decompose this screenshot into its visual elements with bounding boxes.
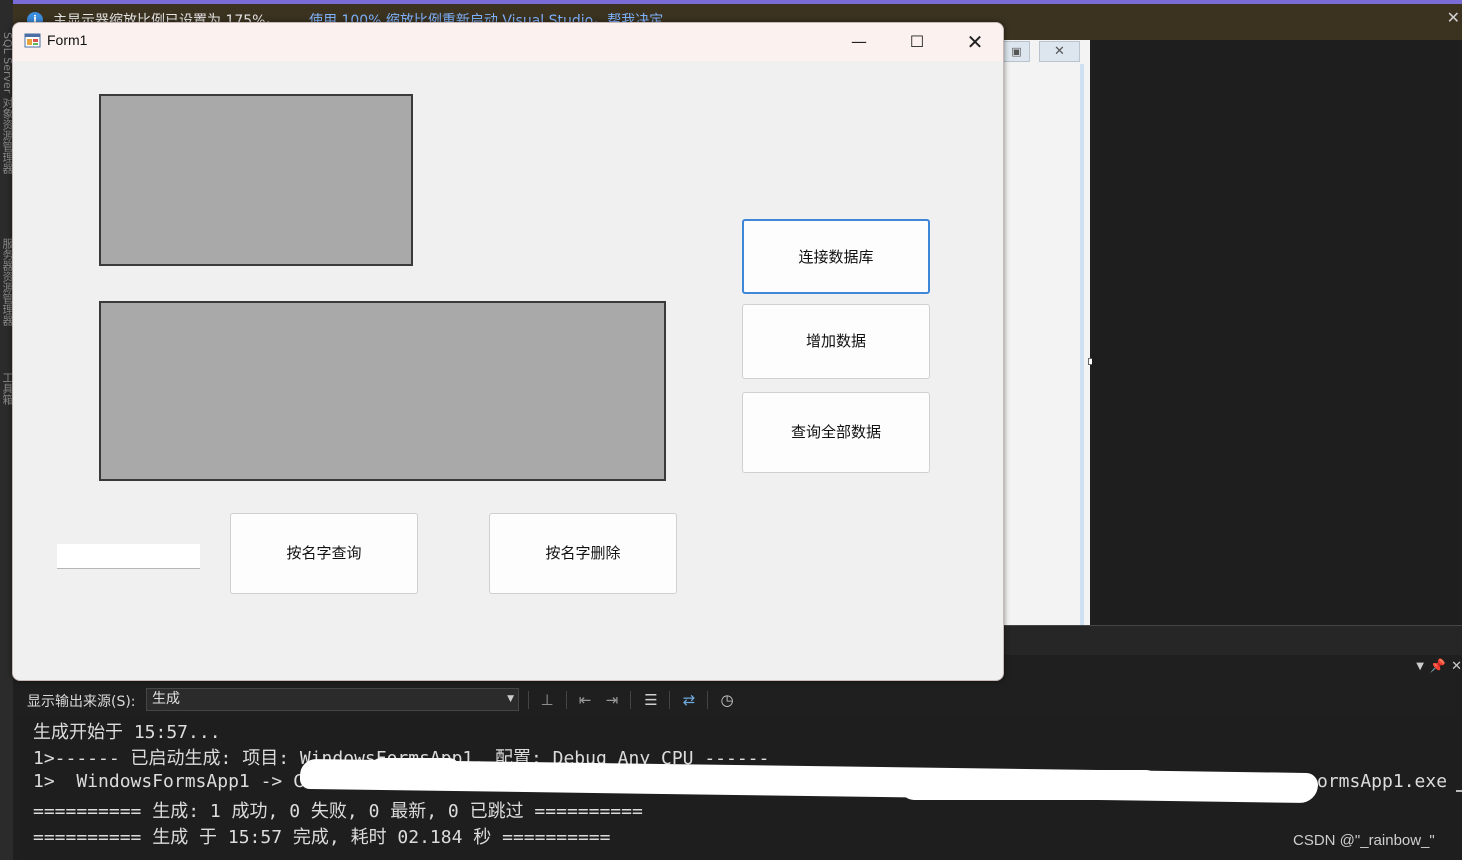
minimize-button[interactable]: — (830, 23, 888, 61)
designer-close-icon: ✕ (1039, 41, 1080, 62)
connect-database-button[interactable]: 连接数据库 (742, 219, 930, 294)
info-bar-close-icon[interactable]: ✕ (1447, 8, 1460, 27)
output-panel-header: ▼ 📌 ✕ (1000, 655, 1462, 683)
form1-window: Form1 — ☐ ✕ 连接数据库 增加数据 查询全部数据 按名字查询 按名字删… (12, 22, 1004, 681)
close-panel-icon[interactable]: ✕ (1451, 659, 1462, 674)
output-line: ========== 生成: 1 成功, 0 失败, 0 最新, 0 已跳过 =… (33, 801, 643, 822)
designer-canvas (1000, 40, 1090, 625)
find-message-icon[interactable]: ⊥ (536, 689, 558, 711)
maximize-button[interactable]: ☐ (888, 23, 946, 61)
clear-all-icon[interactable]: ☰ (640, 689, 662, 711)
app-icon (24, 33, 41, 48)
form-titlebar[interactable]: Form1 — ☐ ✕ (13, 23, 1003, 61)
designer-restore-icon: ▣ (1003, 41, 1030, 62)
name-input[interactable] (57, 544, 200, 569)
delete-by-name-button[interactable]: 按名字删除 (489, 513, 677, 594)
data-grid-view[interactable] (99, 301, 666, 481)
vs-editor-area (1092, 40, 1458, 625)
output-line: 生成开始于 15:57... (33, 722, 221, 743)
query-all-data-button[interactable]: 查询全部数据 (742, 392, 930, 473)
output-toolbar: 显示输出来源(S): 生成 ▼ ⊥ ⇤ ⇥ ☰ ⇄ ◷ (13, 683, 1462, 716)
picture-box-panel (99, 94, 413, 266)
watermark: CSDN @"_rainbow_" (1293, 832, 1435, 849)
pin-icon[interactable]: 📌 (1430, 659, 1446, 674)
output-source-select[interactable]: 生成 ▼ (146, 688, 519, 711)
panel-splitter[interactable] (1000, 625, 1462, 655)
output-source-value: 生成 (152, 691, 180, 707)
clock-icon[interactable]: ◷ (716, 689, 738, 711)
window-position-dropdown-icon[interactable]: ▼ (1416, 661, 1424, 672)
output-line: ========== 生成 于 15:57 完成, 耗时 02.184 秒 ==… (33, 827, 611, 848)
add-data-button[interactable]: 增加数据 (742, 304, 930, 379)
redaction-scribble (370, 758, 460, 780)
chevron-down-icon: ▼ (507, 694, 514, 704)
redaction-scribble (900, 770, 1160, 800)
output-line: 1> WindowsFormsApp1 -> C (33, 771, 304, 792)
close-button[interactable]: ✕ (946, 23, 1003, 61)
word-wrap-icon[interactable]: ⇄ (678, 689, 700, 711)
next-message-icon[interactable]: ⇥ (601, 689, 623, 711)
output-source-label: 显示输出来源(S): (27, 694, 136, 710)
output-line: ormsApp1.exe (1317, 771, 1448, 792)
query-by-name-button[interactable]: 按名字查询 (230, 513, 418, 594)
window-title: Form1 (47, 32, 88, 48)
prev-message-icon[interactable]: ⇤ (574, 689, 596, 711)
scrollbar-marker (1456, 790, 1462, 792)
